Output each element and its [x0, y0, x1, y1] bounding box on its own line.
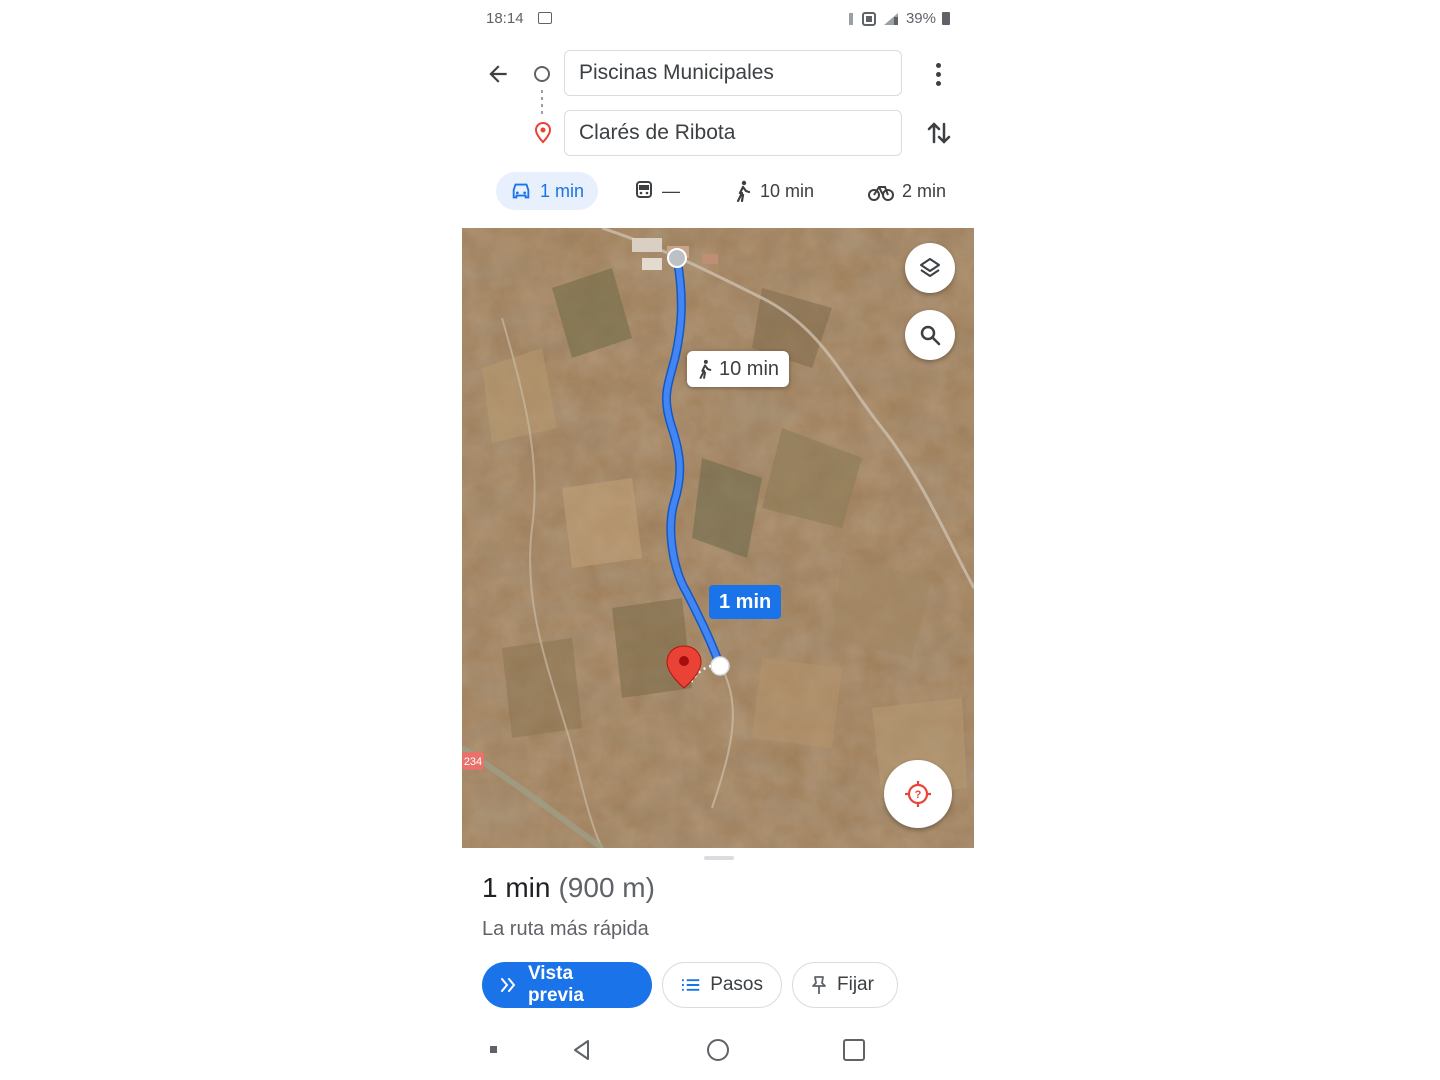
status-time: 18:14: [486, 10, 524, 27]
map-view[interactable]: 234 10 min 1 min ?: [462, 228, 974, 848]
signal-icon: [883, 12, 898, 25]
cycling-time: 2 min: [902, 180, 947, 201]
route-distance: (900 m): [558, 872, 655, 903]
origin-input[interactable]: Piscinas Municipales: [564, 50, 902, 96]
battery-percent: 39%: [905, 10, 936, 27]
tab-driving[interactable]: 1 min: [496, 172, 599, 210]
swap-direction-button[interactable]: [924, 118, 954, 148]
vibrate-icon: [848, 12, 853, 25]
destination-pin-icon: [534, 122, 552, 144]
dot-icon: [935, 80, 941, 86]
svg-text:?: ?: [915, 789, 922, 801]
double-chevron-right-icon: [500, 978, 516, 992]
pushpin-icon: [812, 976, 826, 994]
origin-circle-icon: [534, 66, 550, 82]
steps-label: Pasos: [710, 974, 763, 995]
dot-icon: [935, 62, 941, 68]
tab-transit[interactable]: —: [634, 172, 680, 210]
route-start-dot: [667, 248, 687, 268]
bicycle-icon: [868, 186, 894, 201]
road-shield: 234: [462, 752, 484, 770]
walk-time-label: 10 min: [719, 358, 780, 380]
back-button[interactable]: [482, 58, 514, 90]
search-along-route-button[interactable]: [905, 310, 955, 360]
nav-back-button[interactable]: [570, 1038, 594, 1062]
route-summary: 1 min (900 m): [482, 872, 655, 904]
route-duration: 1 min: [482, 872, 551, 903]
pin-label: Fijar: [837, 974, 874, 995]
my-location-button[interactable]: ?: [884, 760, 952, 828]
arrow-left-icon: [489, 65, 507, 83]
preview-label: Vista previa: [527, 963, 584, 1006]
nav-dot-icon: [490, 1046, 497, 1053]
phone-screen: 18:14 39% Piscinas Municipales Clarés de…: [462, 0, 974, 1080]
list-icon: [681, 979, 700, 991]
nav-recents-button[interactable]: [842, 1038, 866, 1062]
drive-time-label: 1 min: [719, 591, 772, 613]
route-description: La ruta más rápida: [482, 918, 649, 940]
tab-walking[interactable]: 10 min: [734, 172, 814, 210]
road-shield-label: 234: [464, 756, 482, 768]
pin-button[interactable]: Fijar: [792, 962, 898, 1008]
route-end-dot: [710, 656, 730, 676]
more-options-button[interactable]: [926, 58, 950, 90]
car-icon: [512, 183, 530, 199]
nfc-icon: [861, 11, 876, 26]
walk-time-callout[interactable]: 10 min: [687, 351, 790, 387]
train-icon: [636, 181, 652, 198]
search-icon: [920, 325, 941, 346]
drive-time-callout[interactable]: 1 min: [709, 585, 782, 619]
tab-cycling[interactable]: 2 min: [868, 172, 946, 210]
sheet-drag-handle[interactable]: [704, 856, 734, 860]
walking-icon: [736, 180, 751, 202]
travel-mode-tabs: 1 min — 10 min 2 min: [462, 172, 974, 212]
walking-icon: [699, 359, 712, 379]
transit-time: —: [662, 180, 680, 201]
nav-home-button[interactable]: [705, 1038, 731, 1064]
layers-button[interactable]: [905, 243, 955, 293]
dot-icon: [935, 71, 941, 77]
layers-icon: [920, 258, 940, 277]
preview-button[interactable]: Vista previa: [482, 962, 652, 1008]
android-nav-bar: [462, 1030, 974, 1070]
satellite-map: 234: [462, 228, 974, 848]
route-summary-sheet[interactable]: 1 min (900 m) La ruta más rápida Vista pr…: [462, 848, 974, 1028]
gallery-icon: [538, 12, 552, 24]
steps-button[interactable]: Pasos: [662, 962, 782, 1008]
driving-time: 1 min: [540, 180, 585, 201]
battery-icon: [942, 12, 950, 25]
destination-input[interactable]: Clarés de Ribota: [564, 110, 902, 156]
status-bar: 18:14 39%: [486, 8, 950, 32]
walking-time: 10 min: [760, 180, 815, 201]
status-right: 39%: [846, 10, 950, 27]
location-unknown-icon: ?: [905, 781, 931, 807]
route-dots: [541, 90, 543, 116]
